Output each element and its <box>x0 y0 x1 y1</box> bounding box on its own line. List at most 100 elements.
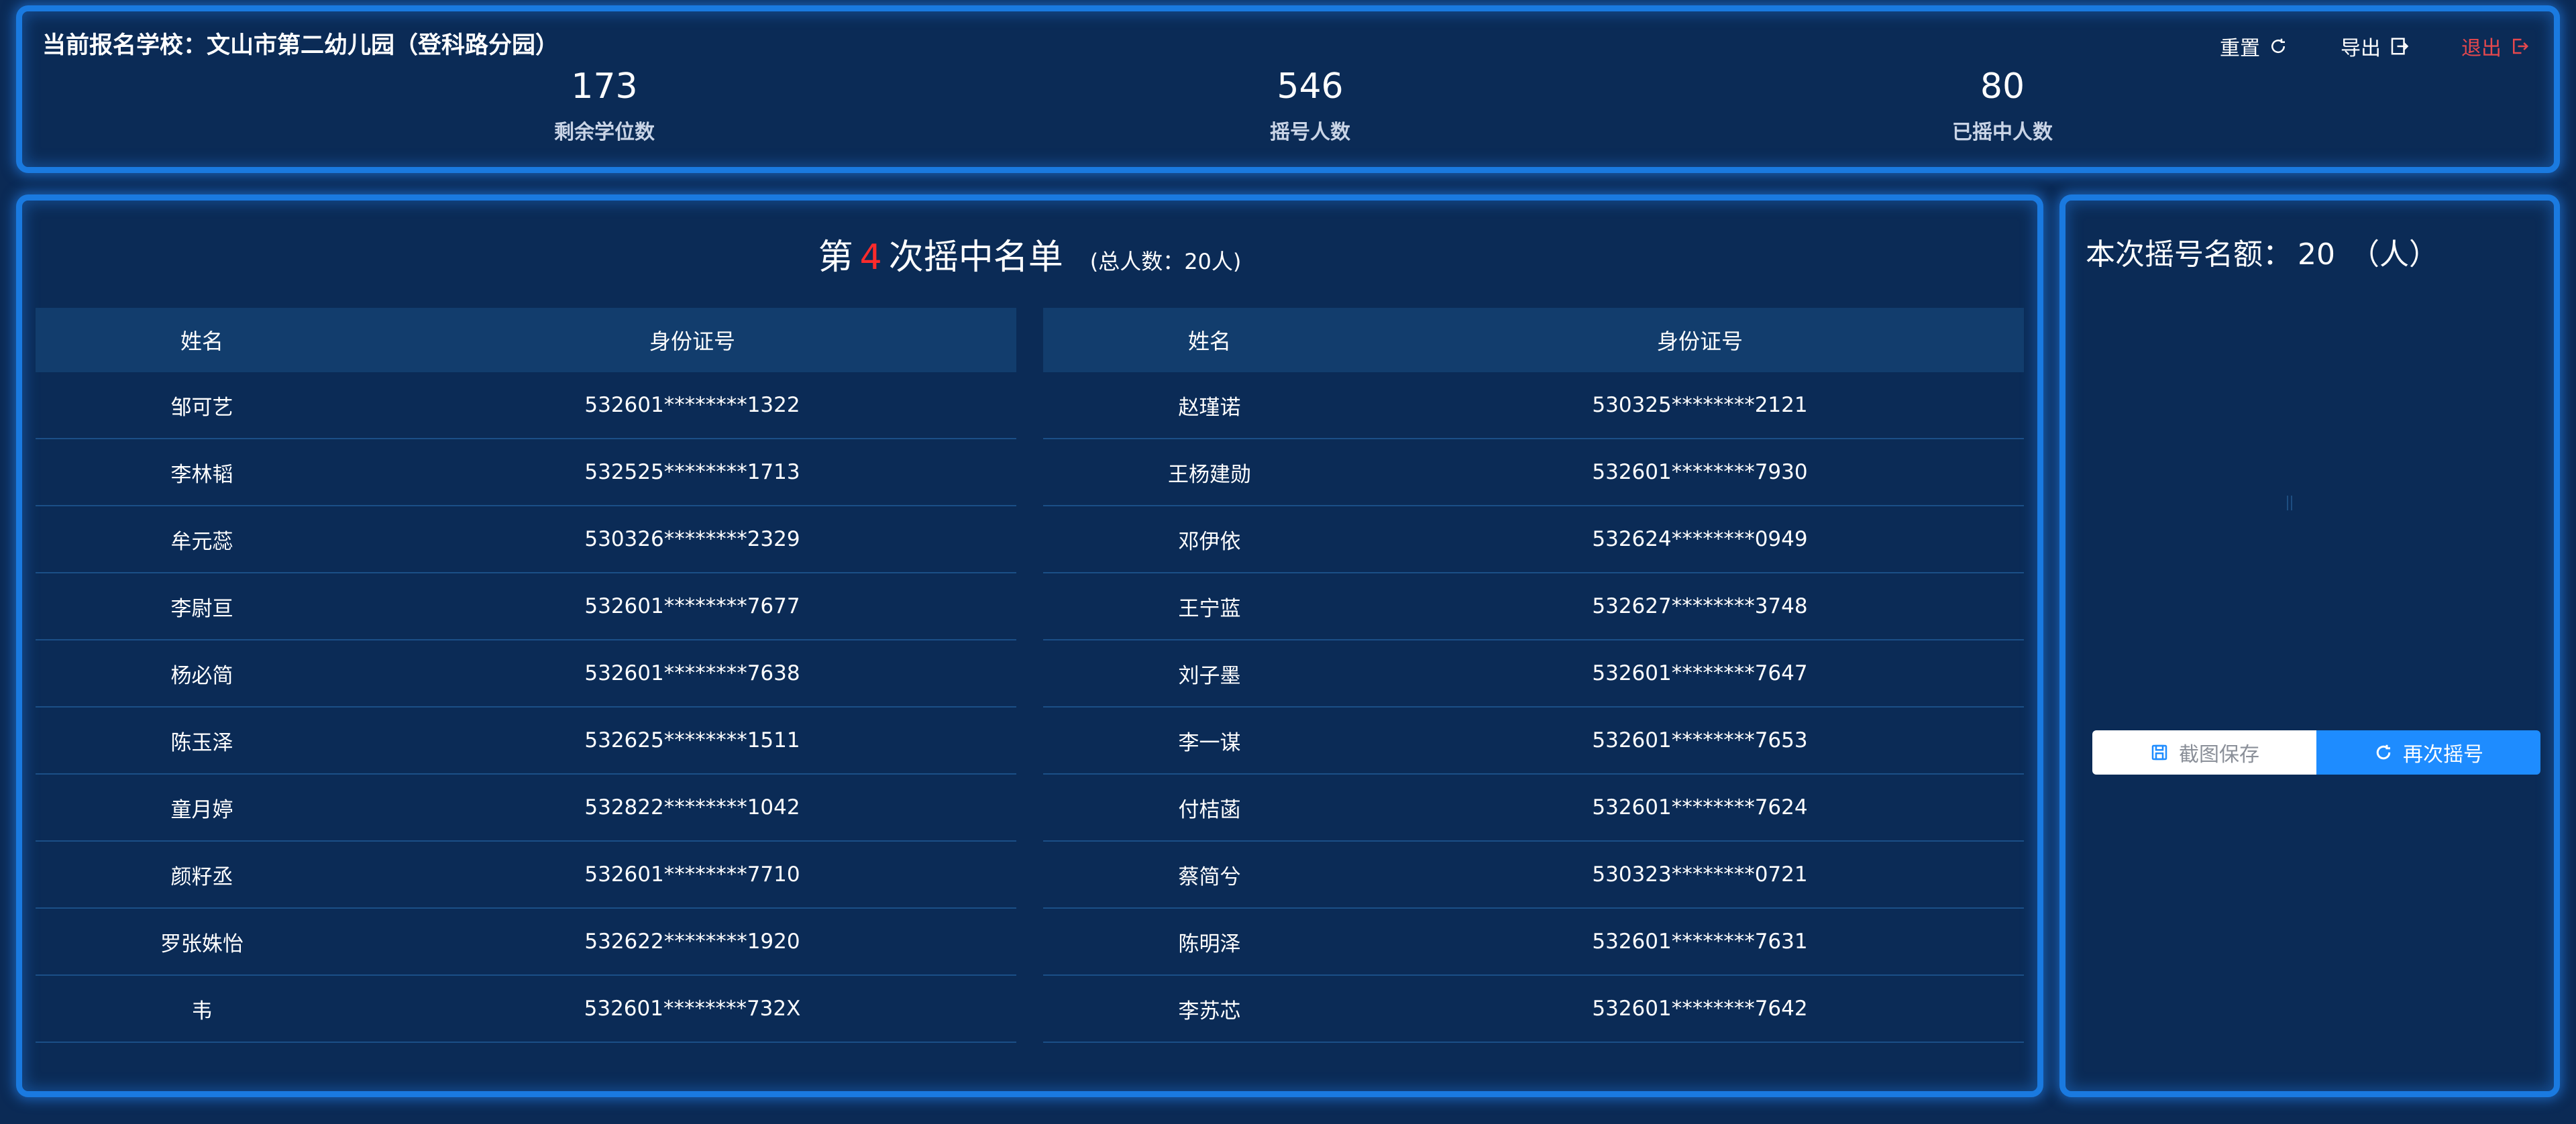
student-name: 陈明泽 <box>1178 932 1241 956</box>
table-row: 李林韬 532525********1713 <box>36 439 1016 506</box>
student-id-number: 532622********1920 <box>584 930 800 954</box>
student-id-number: 532601********7647 <box>1592 661 1808 685</box>
student-id-number: 532601********7710 <box>584 862 800 887</box>
stat-value: 80 <box>1980 66 2025 107</box>
student-id-number: 530325********2121 <box>1592 393 1808 417</box>
student-name: 邹可艺 <box>170 395 233 420</box>
column-header-id: 身份证号 <box>1656 329 1743 354</box>
table-row: 邓伊依 532624********0949 <box>1043 506 2024 573</box>
title-prefix: 第 <box>818 237 853 278</box>
save-icon <box>2151 744 2167 761</box>
total-count: (总人数：20人) <box>1089 249 1242 274</box>
student-name: 赵瑾诺 <box>1178 395 1241 420</box>
current-school-label: 当前报名学校：文山市第二幼儿园（登科路分园） <box>42 32 559 59</box>
student-id-number: 532601********1322 <box>584 393 800 417</box>
lottery-quota: 本次摇号名额： 20 （人） <box>2086 230 2438 273</box>
student-name: 颜籽丞 <box>170 864 233 889</box>
refresh-icon <box>2271 38 2286 54</box>
table-row: 陈明泽 532601********7631 <box>1043 909 2024 976</box>
quota-value: 20 <box>2298 237 2335 272</box>
draw-again-button[interactable]: 再次摇号 <box>2316 730 2540 775</box>
logout-button[interactable]: 退出 <box>2461 32 2530 61</box>
table-row: 李尉亘 532601********7677 <box>36 573 1016 640</box>
student-name: 蔡简兮 <box>1178 864 1241 889</box>
column-header-name: 姓名 <box>1187 329 1231 354</box>
table-row: 刘子墨 532601********7647 <box>1043 640 2024 708</box>
student-name: 王宁蓝 <box>1178 596 1241 621</box>
student-name: 陈玉泽 <box>170 730 233 755</box>
table-row: 童月婷 532822********1042 <box>36 775 1016 842</box>
student-name: 杨必简 <box>170 663 233 688</box>
student-id-number: 532601********7930 <box>1592 460 1808 484</box>
table-row: 蔡简兮 530323********0721 <box>1043 842 2024 909</box>
stat-remaining-seats: 173 剩余学位数 <box>470 66 739 145</box>
student-id-number: 532601********7638 <box>584 661 800 685</box>
summary-panel: 当前报名学校：文山市第二幼儿园（登科路分园） 重置 导出 退出 173 剩余学位… <box>16 5 2560 173</box>
student-id-number: 532601********7677 <box>584 594 800 618</box>
table-row: 韦 532601********732X <box>36 976 1016 1043</box>
table-row: 付桔菡 532601********7624 <box>1043 775 2024 842</box>
table-row: 牟元蕊 530326********2329 <box>36 506 1016 573</box>
logout-icon <box>2513 38 2529 54</box>
export-label: 导出 <box>2341 37 2381 60</box>
stat-value: 546 <box>1277 66 1344 107</box>
stat-winners-count: 80 已摇中人数 <box>1868 66 2137 145</box>
table-row: 颜籽丞 532601********7710 <box>36 842 1016 909</box>
student-id-number: 532601********7653 <box>1592 728 1808 752</box>
stat-label: 摇号人数 <box>1270 121 1350 145</box>
stat-value: 173 <box>571 66 638 107</box>
winners-table-right: 姓名 身份证号 赵瑾诺 530325********2121 王杨建勋 532601*… <box>1043 308 2024 1043</box>
student-name: 李尉亘 <box>170 596 233 621</box>
export-icon <box>2391 38 2409 55</box>
table-header: 姓名 身份证号 <box>1043 308 2024 372</box>
table-row: 罗张姝怡 532622********1920 <box>36 909 1016 976</box>
stat-lottery-count: 546 摇号人数 <box>1176 66 1444 145</box>
table-body: 邹可艺 532601********1322 李林韬 532525********17… <box>36 372 1016 1043</box>
save-label: 截图保存 <box>2179 743 2259 767</box>
reset-button[interactable]: 重置 <box>2220 32 2288 61</box>
student-id-number: 530326********2329 <box>584 527 800 551</box>
table-header: 姓名 身份证号 <box>36 308 1016 372</box>
student-id-number: 532601********7631 <box>1592 930 1808 954</box>
student-name: 付桔菡 <box>1178 797 1241 822</box>
table-row: 邹可艺 532601********1322 <box>36 372 1016 439</box>
again-label: 再次摇号 <box>2403 743 2483 767</box>
winners-list-panel: 第 4 次摇中名单 (总人数：20人) 姓名 身份证号 邹可艺 532601******… <box>16 194 2043 1097</box>
lottery-control-panel: 本次摇号名额： 20 （人） 截图保存 再次摇号 <box>2059 194 2560 1097</box>
student-name: 罗张姝怡 <box>160 932 244 956</box>
student-name: 李一谋 <box>1178 730 1241 755</box>
student-id-number: 532627********3748 <box>1592 594 1808 618</box>
student-name: 邓伊依 <box>1178 529 1241 554</box>
student-id-number: 532822********1042 <box>584 795 800 820</box>
winners-table-left: 姓名 身份证号 邹可艺 532601********1322 李林韬 532525**… <box>36 308 1016 1043</box>
student-id-number: 532624********0949 <box>1592 527 1808 551</box>
header-actions: 重置 导出 退出 <box>2167 32 2530 61</box>
export-button[interactable]: 导出 <box>2341 32 2409 61</box>
list-title: 第 4 次摇中名单 (总人数：20人) <box>22 229 2037 279</box>
student-name: 韦 <box>191 999 213 1023</box>
column-header-id: 身份证号 <box>649 329 735 354</box>
round-number: 4 <box>859 237 882 278</box>
refresh-icon <box>2376 744 2391 760</box>
student-name: 王杨建勋 <box>1168 462 1251 487</box>
column-header-name: 姓名 <box>180 329 223 354</box>
reset-label: 重置 <box>2220 37 2260 60</box>
student-id-number: 532525********1713 <box>584 460 800 484</box>
student-name: 李苏芯 <box>1178 999 1241 1023</box>
placeholder-mark <box>2287 496 2292 510</box>
student-name: 刘子墨 <box>1178 663 1241 688</box>
action-buttons: 截图保存 再次摇号 <box>2092 730 2540 775</box>
table-row: 王宁蓝 532627********3748 <box>1043 573 2024 640</box>
table-row: 李一谋 532601********7653 <box>1043 708 2024 775</box>
save-screenshot-button[interactable]: 截图保存 <box>2092 730 2316 775</box>
student-name: 童月婷 <box>170 797 233 822</box>
stat-label: 剩余学位数 <box>554 121 655 145</box>
table-row: 王杨建勋 532601********7930 <box>1043 439 2024 506</box>
student-name: 牟元蕊 <box>170 529 233 554</box>
table-row: 陈玉泽 532625********1511 <box>36 708 1016 775</box>
student-name: 李林韬 <box>170 462 233 487</box>
table-row: 杨必简 532601********7638 <box>36 640 1016 708</box>
table-row: 李苏芯 532601********7642 <box>1043 976 2024 1043</box>
student-id-number: 532601********732X <box>584 997 801 1021</box>
title-suffix: 次摇中名单 <box>888 237 1063 278</box>
